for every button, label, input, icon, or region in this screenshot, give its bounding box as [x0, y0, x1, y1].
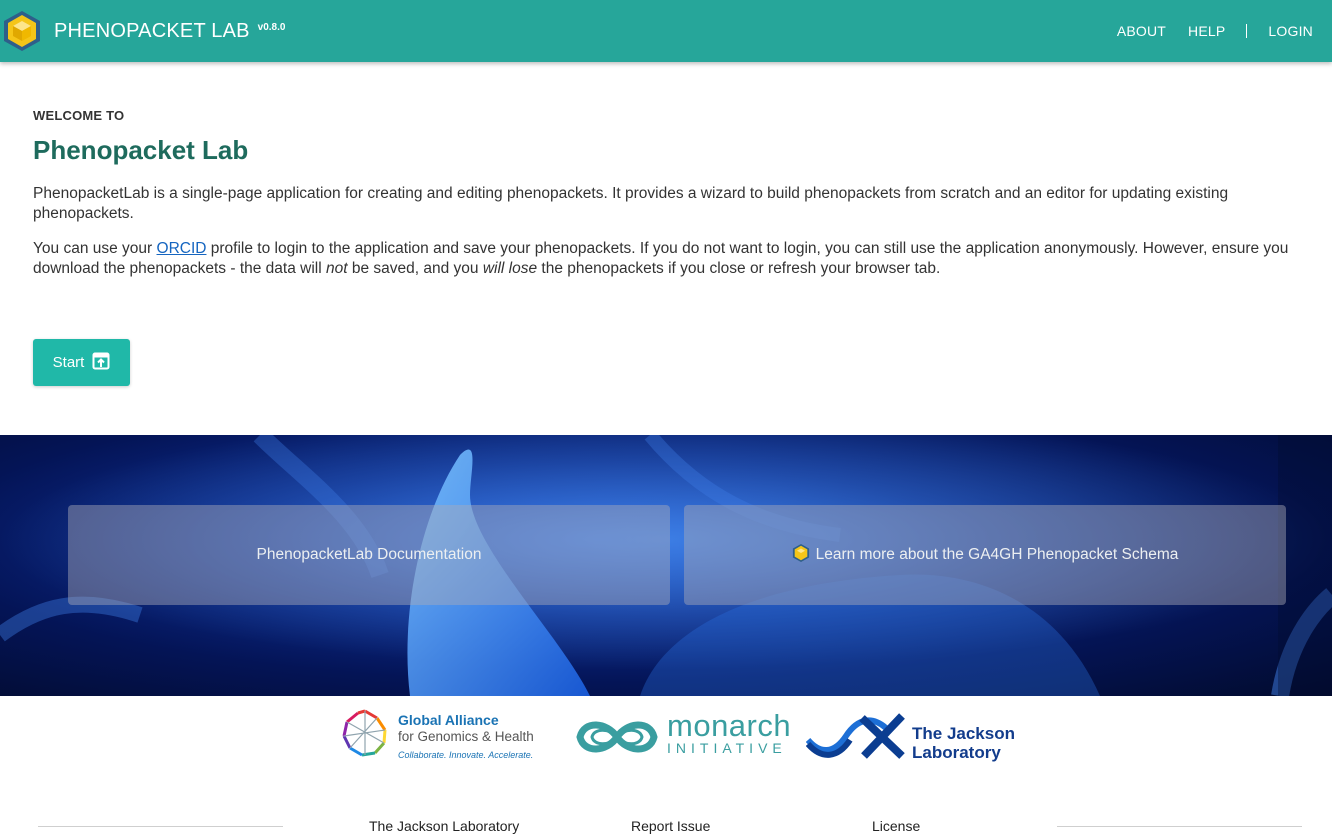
- login-info-pre: You can use your: [33, 240, 157, 257]
- nav-about[interactable]: ABOUT: [1106, 23, 1177, 39]
- start-button[interactable]: Start: [33, 339, 130, 386]
- cube-logo-icon: [0, 9, 44, 53]
- login-info-paragraph: You can use your ORCID profile to login …: [33, 239, 1303, 279]
- schema-card[interactable]: Learn more about the GA4GH Phenopacket S…: [684, 505, 1286, 605]
- footer-link-jackson[interactable]: The Jackson Laboratory: [369, 818, 519, 834]
- page-title: Phenopacket Lab: [33, 135, 249, 165]
- footer-link-report-issue[interactable]: Report Issue: [631, 818, 710, 834]
- jax-logo-text: The Jackson Laboratory: [912, 724, 1015, 762]
- ga4gh-tagline: Collaborate. Innovate. Accelerate.: [398, 750, 534, 760]
- ga4gh-logo-icon[interactable]: [340, 708, 390, 763]
- login-info-em-will-lose: will lose: [482, 260, 538, 277]
- nav-help[interactable]: HELP: [1177, 23, 1236, 39]
- sponsor-logos: Global Alliance for Genomics & Health Co…: [0, 700, 1332, 780]
- footer-divider-left: [38, 826, 283, 827]
- nav-divider: [1246, 24, 1248, 38]
- monarch-name-line2: INITIATIVE: [667, 740, 787, 756]
- nav-login[interactable]: LOGIN: [1257, 23, 1324, 39]
- ga4gh-name-line1: Global Alliance: [398, 712, 499, 728]
- login-info-em-not: not: [325, 260, 348, 277]
- login-info-post: the phenopackets if you close or refresh…: [537, 260, 941, 277]
- cube-logo-icon: [792, 543, 810, 568]
- brand[interactable]: PHENOPACKET LAB v0.8.0: [0, 0, 285, 62]
- start-button-label: Start: [52, 354, 85, 371]
- top-nav: ABOUT HELP LOGIN: [1106, 0, 1324, 62]
- login-info-mid2: be saved, and you: [347, 260, 483, 277]
- app-title: PHENOPACKET LAB: [54, 19, 250, 42]
- open-in-new-icon: [92, 352, 110, 374]
- hero-banner: PhenopacketLab Documentation Learn more …: [0, 435, 1332, 696]
- welcome-eyebrow: WELCOME TO: [33, 108, 125, 123]
- page-footer: The Jackson Laboratory Report Issue Lice…: [0, 812, 1332, 840]
- documentation-card-label: PhenopacketLab Documentation: [256, 546, 482, 563]
- jax-name-line1: The Jackson: [912, 724, 1015, 743]
- footer-link-license[interactable]: License: [872, 818, 920, 834]
- footer-divider-right: [1057, 826, 1302, 827]
- orcid-link[interactable]: ORCID: [157, 240, 207, 257]
- ga4gh-logo-text: Global Alliance for Genomics & Health Co…: [398, 712, 534, 760]
- intro-paragraph: PhenopacketLab is a single-page applicat…: [33, 185, 1229, 222]
- monarch-logo-icon[interactable]: [572, 714, 662, 765]
- schema-card-label: Learn more about the GA4GH Phenopacket S…: [815, 546, 1179, 563]
- jax-name-line2: Laboratory: [912, 743, 1001, 762]
- jax-logo-icon[interactable]: [805, 710, 906, 765]
- documentation-card[interactable]: PhenopacketLab Documentation: [68, 505, 670, 605]
- welcome-section: WELCOME TO Phenopacket Lab PhenopacketLa…: [33, 108, 1303, 279]
- monarch-name-line1: monarch: [667, 708, 792, 743]
- top-app-bar: PHENOPACKET LAB v0.8.0 ABOUT HELP LOGIN: [0, 0, 1332, 62]
- monarch-logo-text: monarch INITIATIVE: [667, 708, 791, 756]
- version-badge: v0.8.0: [257, 21, 286, 33]
- ga4gh-name-line2: for Genomics & Health: [398, 729, 534, 744]
